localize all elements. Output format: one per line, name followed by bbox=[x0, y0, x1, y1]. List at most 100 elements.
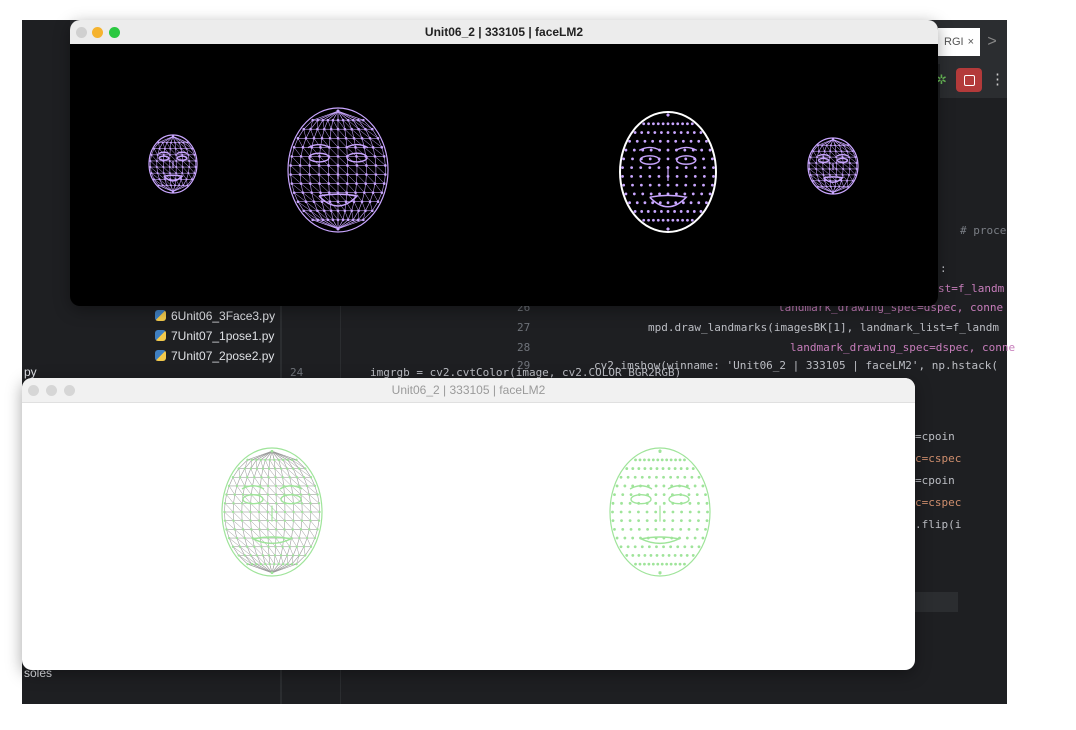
landmark-point bbox=[643, 554, 647, 557]
window-title: Unit06_2 | 333105 | faceLM2 bbox=[424, 25, 584, 39]
mesh-edge bbox=[374, 156, 377, 166]
landmark-point bbox=[632, 192, 636, 196]
eye-outline bbox=[280, 494, 302, 505]
face-window-top[interactable]: Unit06_2 | 333105 | faceLM2 bbox=[70, 20, 938, 306]
landmark-point bbox=[653, 210, 657, 213]
mesh-edge bbox=[241, 520, 244, 530]
landmark-point bbox=[243, 467, 247, 470]
landmark-point bbox=[653, 131, 657, 134]
mesh-edge bbox=[330, 120, 334, 130]
file-item[interactable]: 7Unit07_1pose1.py bbox=[155, 326, 280, 346]
landmark-point bbox=[157, 141, 160, 144]
landmark-point bbox=[840, 150, 843, 153]
chevron-right-icon[interactable]: > bbox=[980, 28, 1004, 56]
landmark-point bbox=[697, 501, 700, 505]
file-item[interactable]: 6Unit06_3Face3.py bbox=[155, 306, 280, 326]
landmark-point bbox=[666, 113, 670, 117]
landmark-point bbox=[285, 467, 289, 470]
minimize-icon[interactable] bbox=[92, 27, 103, 38]
landmark-point bbox=[662, 527, 666, 531]
landmark-point bbox=[187, 153, 190, 156]
landmark-point bbox=[318, 182, 321, 185]
landmark-point bbox=[673, 210, 676, 213]
landmark-point bbox=[326, 218, 330, 222]
mesh-edge bbox=[383, 174, 386, 184]
mesh-edge bbox=[303, 537, 308, 547]
landmark-point bbox=[643, 139, 647, 143]
mesh-edge bbox=[372, 192, 379, 202]
landmark-point bbox=[623, 484, 627, 488]
mesh-edge bbox=[358, 119, 373, 130]
close-icon[interactable] bbox=[76, 27, 87, 38]
landmark-point bbox=[835, 156, 838, 159]
mesh-edge bbox=[317, 129, 323, 139]
landmark-point bbox=[290, 562, 294, 566]
close-icon[interactable]: × bbox=[968, 36, 974, 48]
ide-toolbar: ✲ ⋮ bbox=[936, 64, 1007, 98]
landmark-point bbox=[327, 191, 331, 194]
landmark-point bbox=[635, 201, 639, 205]
minimize-icon[interactable] bbox=[46, 385, 57, 396]
window-titlebar[interactable]: Unit06_2 | 333105 | faceLM2 bbox=[22, 378, 915, 403]
landmark-point bbox=[654, 501, 658, 505]
landmark-point bbox=[676, 122, 680, 126]
mesh-edge bbox=[251, 529, 261, 539]
mesh-edge bbox=[299, 174, 311, 184]
landmark-point bbox=[829, 150, 832, 153]
landmark-point bbox=[690, 545, 694, 549]
landmark-point bbox=[847, 173, 850, 176]
mesh-edge bbox=[320, 138, 323, 148]
mesh-edge bbox=[300, 529, 308, 539]
landmark-point bbox=[174, 184, 177, 187]
landmark-point bbox=[661, 218, 665, 222]
mesh-edge bbox=[298, 468, 305, 478]
landmark-point bbox=[345, 182, 349, 185]
file-item[interactable]: 7Unit07_2pose2.py bbox=[155, 346, 280, 366]
stop-button[interactable] bbox=[956, 68, 982, 92]
landmark-point bbox=[380, 191, 384, 194]
landmark-point bbox=[629, 527, 633, 531]
landmark-point bbox=[169, 141, 172, 144]
landmark-point bbox=[225, 493, 228, 496]
landmark-point bbox=[317, 519, 321, 522]
maximize-icon[interactable] bbox=[109, 27, 120, 38]
mesh-edge bbox=[233, 503, 242, 513]
mesh-edge bbox=[250, 494, 252, 504]
landmark-point bbox=[656, 122, 660, 126]
landmark-point bbox=[808, 167, 811, 170]
landmark-point bbox=[854, 173, 857, 176]
landmark-point bbox=[697, 519, 700, 523]
landmark-point bbox=[168, 153, 171, 156]
mesh-edge bbox=[324, 129, 331, 139]
landmark-point bbox=[637, 554, 641, 557]
mesh-edge bbox=[254, 477, 261, 487]
mesh-edge bbox=[365, 174, 367, 184]
mesh-edge bbox=[318, 174, 329, 184]
landmark-point bbox=[642, 122, 646, 126]
mesh-edge bbox=[372, 183, 376, 193]
mesh-edge bbox=[261, 477, 269, 487]
maximize-icon[interactable] bbox=[64, 385, 75, 396]
mesh-edge bbox=[317, 110, 339, 121]
landmark-point bbox=[690, 218, 694, 222]
mesh-edge bbox=[319, 147, 321, 157]
face-window-bottom[interactable]: Unit06_2 | 333105 | faceLM2 bbox=[22, 378, 915, 670]
landmark-point bbox=[273, 562, 276, 566]
tab-rgb[interactable]: RGI × bbox=[938, 28, 980, 56]
landmark-point bbox=[270, 450, 274, 453]
close-icon[interactable] bbox=[28, 385, 39, 396]
mesh-edge bbox=[268, 468, 270, 478]
more-options-icon[interactable]: ⋮ bbox=[990, 70, 1005, 88]
landmark-point bbox=[336, 155, 340, 158]
landmark-point bbox=[365, 164, 368, 167]
landmark-point bbox=[680, 510, 683, 514]
mesh-edge bbox=[310, 520, 318, 530]
window-titlebar[interactable]: Unit06_2 | 333105 | faceLM2 bbox=[70, 20, 938, 44]
landmark-point bbox=[678, 458, 682, 462]
landmark-point bbox=[190, 178, 193, 181]
mesh-edge bbox=[282, 546, 288, 556]
mesh-edge bbox=[241, 503, 251, 513]
landmark-point bbox=[316, 127, 319, 131]
mesh-edge bbox=[332, 120, 339, 130]
landmark-point bbox=[295, 476, 299, 479]
